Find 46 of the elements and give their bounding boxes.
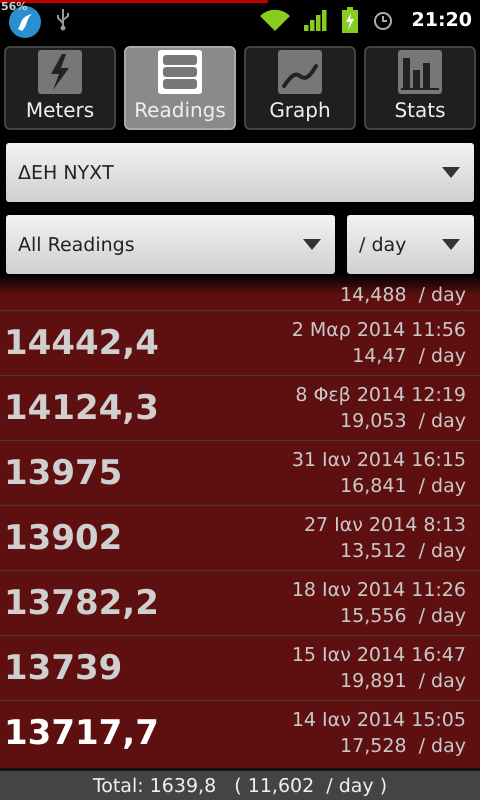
rate-text: 19,891 / day bbox=[340, 670, 466, 692]
usb-icon bbox=[56, 9, 70, 31]
battery-icon bbox=[342, 7, 358, 33]
rate-text: 14,488 / day bbox=[340, 284, 466, 306]
reading-row[interactable]: 13782,2 18 Ιαν 2014 11:26 15,556 / day bbox=[0, 570, 480, 635]
wifi-icon bbox=[260, 9, 290, 31]
unit-dropdown[interactable]: / day bbox=[347, 215, 474, 274]
reading-date: 31 Ιαν 2014 16:15 bbox=[292, 449, 466, 471]
meter-dropdown[interactable]: ΔΕΗ ΝΥΧΤ bbox=[6, 143, 474, 202]
filter-dropdown[interactable]: All Readings bbox=[6, 215, 335, 274]
dropdown-caret-icon bbox=[442, 239, 460, 250]
reading-value: 13975 bbox=[4, 453, 122, 493]
rate-text: 15,556 / day bbox=[340, 605, 466, 627]
reading-date: 2 Μαρ 2014 11:56 bbox=[292, 319, 466, 341]
reading-value: 14442,4 bbox=[4, 323, 159, 363]
rate-text: 13,512 / day bbox=[340, 540, 466, 562]
rate-text: 14,47 / day bbox=[352, 345, 466, 367]
reading-date: 18 Ιαν 2014 11:26 bbox=[292, 579, 466, 601]
tab[interactable]: Meters bbox=[4, 46, 116, 130]
reading-value: 13902 bbox=[4, 518, 122, 558]
reading-date: 14 Ιαν 2014 15:05 bbox=[292, 709, 466, 731]
reading-date: 27 Ιαν 2014 8:13 bbox=[304, 514, 466, 536]
reading-row[interactable]: 13739 15 Ιαν 2014 16:47 19,891 / day bbox=[0, 635, 480, 700]
tab[interactable]: Graph bbox=[244, 46, 356, 130]
dropdown-caret-icon bbox=[303, 239, 321, 250]
reading-value: 13739 bbox=[4, 648, 122, 688]
rate-text: 17,528 / day bbox=[340, 735, 466, 757]
tab[interactable]: Stats bbox=[364, 46, 476, 130]
dropdown-caret-icon bbox=[442, 167, 460, 178]
rate-text: 19,053 / day bbox=[340, 410, 466, 432]
reading-row[interactable]: 13717,7 14 Ιαν 2014 15:05 17,528 / day bbox=[0, 700, 480, 765]
reading-value: 13717,7 bbox=[4, 713, 159, 753]
signal-icon bbox=[304, 9, 328, 31]
reading-row[interactable]: 13902 27 Ιαν 2014 8:13 13,512 / day bbox=[0, 505, 480, 570]
reading-value: 14124,3 bbox=[4, 388, 159, 428]
reading-row[interactable]: 14442,4 2 Μαρ 2014 11:56 14,47 / day bbox=[0, 310, 480, 375]
reading-row[interactable]: 14124,3 8 Φεβ 2014 12:19 19,053 / day bbox=[0, 375, 480, 440]
clock-time: 21:20 bbox=[412, 9, 472, 31]
battery-percent: 56% bbox=[1, 0, 28, 13]
reading-date: 8 Φεβ 2014 12:19 bbox=[295, 384, 466, 406]
reading-value: 13782,2 bbox=[4, 583, 159, 623]
rate-text: 16,841 / day bbox=[340, 475, 466, 497]
reading-row[interactable]: 13975 31 Ιαν 2014 16:15 16,841 / day bbox=[0, 440, 480, 505]
total-text: Total: 1639,8 ( 11,602 / day ) bbox=[92, 774, 388, 796]
reading-date: 15 Ιαν 2014 16:47 bbox=[292, 644, 466, 666]
alarm-clock-icon bbox=[372, 9, 394, 31]
